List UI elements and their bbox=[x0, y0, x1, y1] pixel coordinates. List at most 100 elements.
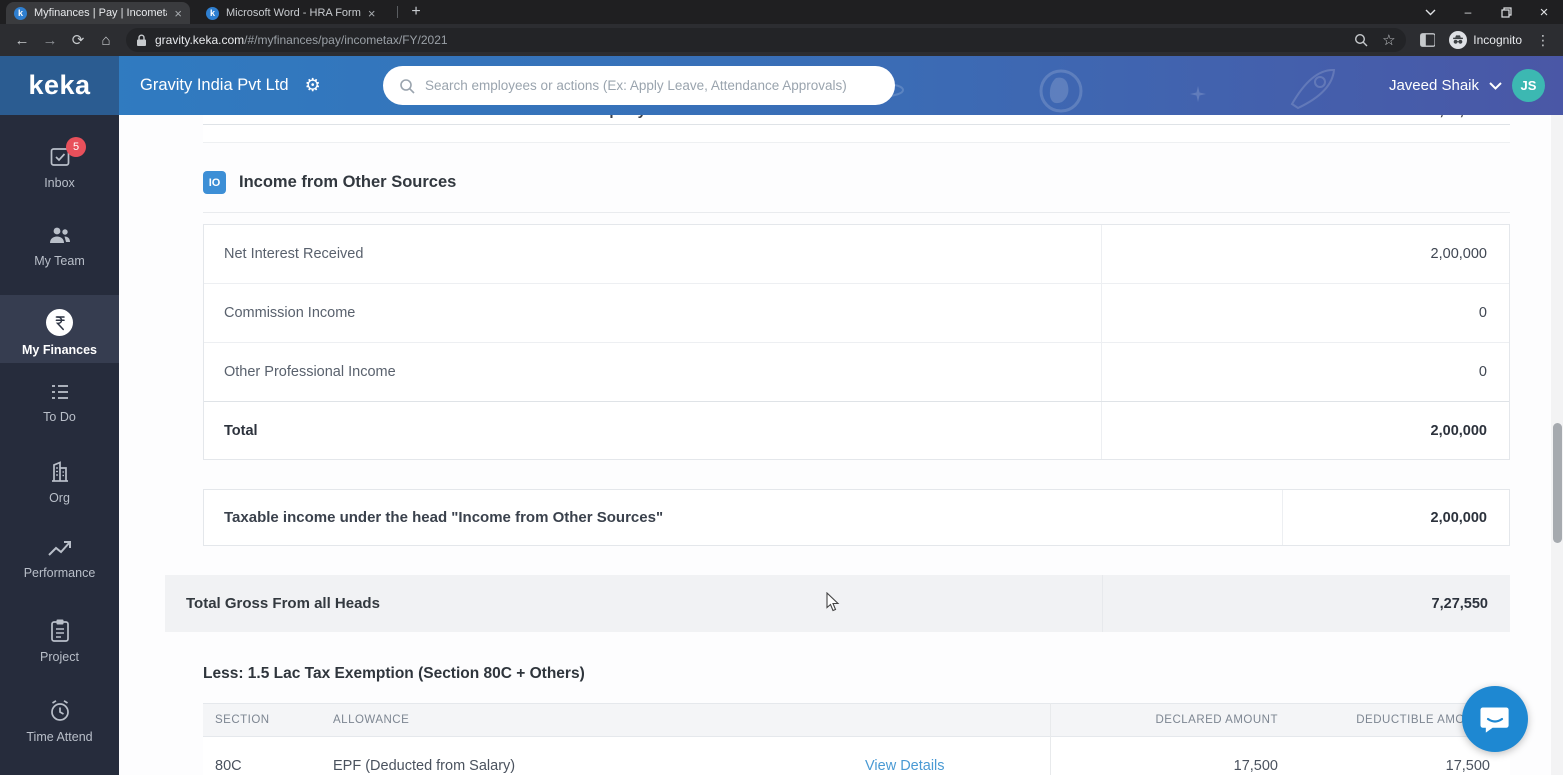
incognito-badge: Incognito bbox=[1449, 31, 1522, 49]
total-label: Total bbox=[224, 423, 258, 439]
sidebar: 5 Inbox My Team My Finances To Do bbox=[0, 115, 119, 775]
browser-address-bar: ← → ⟳ ⌂ gravity.keka.com/#/myfinances/pa… bbox=[0, 24, 1563, 56]
window-close-icon[interactable]: × bbox=[1525, 0, 1563, 24]
keka-logo[interactable]: keka bbox=[0, 56, 119, 115]
main-content: Taxable Amount under Head "Income From H… bbox=[119, 56, 1551, 775]
sidebar-item-inbox[interactable]: 5 Inbox bbox=[0, 145, 119, 190]
zoom-icon[interactable] bbox=[1354, 33, 1368, 47]
url-bar[interactable]: gravity.keka.com/#/myfinances/pay/income… bbox=[126, 28, 1406, 52]
sidebar-item-time-attend[interactable]: Time Attend bbox=[0, 698, 119, 744]
lock-icon bbox=[136, 34, 147, 47]
astronaut-doodle-icon bbox=[1038, 68, 1084, 114]
tab-word-hra-form[interactable]: k Microsoft Word - HRA Form × bbox=[198, 2, 392, 24]
keka-favicon-icon: k bbox=[14, 7, 27, 20]
row-value: 0 bbox=[1479, 364, 1487, 380]
tab-myfinances[interactable]: k Myfinances | Pay | Incometax | F… × bbox=[6, 2, 190, 24]
exemption-declared: 17,500 bbox=[1078, 737, 1278, 775]
incognito-label: Incognito bbox=[1473, 33, 1522, 47]
sidebar-item-org[interactable]: Org bbox=[0, 460, 119, 505]
exemption-table-header: SECTION ALLOWANCE DECLARED AMOUNT DEDUCT… bbox=[203, 703, 1510, 737]
clipboard-icon bbox=[49, 618, 71, 643]
tab-title: Microsoft Word - HRA Form bbox=[226, 7, 361, 19]
browser-menu-icon[interactable]: ⋮ bbox=[1536, 32, 1551, 49]
window-minimize-icon[interactable]: – bbox=[1449, 0, 1487, 24]
sidebar-item-project[interactable]: Project bbox=[0, 618, 119, 664]
exemption-deductible: 17,500 bbox=[1308, 737, 1490, 775]
url-path: /#/myfinances/pay/incometax/FY/2021 bbox=[244, 33, 447, 47]
exemption-section: 80C bbox=[215, 737, 242, 775]
table-row: Other Professional Income 0 bbox=[204, 343, 1509, 402]
table-row: Net Interest Received 2,00,000 bbox=[204, 225, 1509, 284]
table-total-row: Total 2,00,000 bbox=[204, 401, 1509, 459]
search-input[interactable] bbox=[425, 78, 879, 93]
scrollbar-track[interactable] bbox=[1551, 115, 1563, 775]
url-domain: gravity.keka.com bbox=[155, 33, 244, 47]
column-divider bbox=[1050, 703, 1051, 775]
building-icon bbox=[48, 460, 72, 484]
gross-value: 7,27,550 bbox=[1432, 596, 1488, 612]
tab-close-icon[interactable]: × bbox=[174, 7, 182, 20]
exemption-row: 80C EPF (Deducted from Salary) View Deta… bbox=[203, 737, 1510, 775]
star-doodle-icon bbox=[1190, 86, 1206, 102]
row-value: 0 bbox=[1479, 305, 1487, 321]
col-declared: DECLARED AMOUNT bbox=[1078, 704, 1278, 736]
trend-up-icon bbox=[47, 539, 73, 559]
rupee-icon bbox=[46, 309, 73, 336]
keka-favicon-icon: k bbox=[206, 7, 219, 20]
window-restore-icon[interactable] bbox=[1487, 0, 1525, 24]
exemption-heading: Less: 1.5 Lac Tax Exemption (Section 80C… bbox=[203, 665, 585, 683]
row-value: 2,00,000 bbox=[1431, 246, 1487, 262]
new-tab-button[interactable]: + bbox=[405, 1, 427, 23]
side-panel-icon[interactable] bbox=[1420, 33, 1436, 47]
tab-close-icon[interactable]: × bbox=[368, 7, 376, 20]
window-controls: – × bbox=[1411, 0, 1563, 24]
row-label: Commission Income bbox=[224, 305, 355, 321]
company-name[interactable]: Gravity India Pvt Ltd bbox=[140, 76, 289, 95]
inbox-badge: 5 bbox=[66, 137, 86, 157]
todo-list-icon bbox=[48, 381, 72, 403]
back-icon[interactable]: ← bbox=[8, 32, 36, 49]
section-header: IO Income from Other Sources bbox=[203, 171, 456, 194]
sidebar-item-my-team[interactable]: My Team bbox=[0, 223, 119, 268]
tab-divider bbox=[397, 6, 398, 18]
taxable-other-sources-row: Taxable income under the head "Income fr… bbox=[203, 489, 1510, 546]
gross-label: Total Gross From all Heads bbox=[186, 595, 380, 612]
alarm-clock-icon bbox=[48, 698, 72, 723]
home-icon[interactable]: ⌂ bbox=[92, 32, 120, 49]
app-header: keka Gravity India Pvt Ltd ⚙ Javeed Shai… bbox=[0, 56, 1563, 115]
tab-title: Myfinances | Pay | Incometax | F… bbox=[34, 7, 167, 19]
rocket-doodle-icon bbox=[1282, 64, 1342, 112]
section-divider bbox=[203, 212, 1510, 213]
taxable-label: Taxable income under the head "Income fr… bbox=[224, 509, 663, 526]
row-label: Other Professional Income bbox=[224, 364, 396, 380]
mouse-cursor bbox=[826, 592, 840, 612]
col-allowance: ALLOWANCE bbox=[333, 704, 409, 736]
total-value: 2,00,000 bbox=[1431, 423, 1487, 439]
user-name: Javeed Shaik bbox=[1389, 77, 1479, 94]
user-menu[interactable]: Javeed Shaik JS bbox=[1389, 56, 1545, 115]
sidebar-item-to-do[interactable]: To Do bbox=[0, 381, 119, 424]
chat-fab-button[interactable] bbox=[1462, 686, 1528, 752]
chat-bubble-icon bbox=[1480, 705, 1510, 734]
exemption-allowance: EPF (Deducted from Salary) bbox=[333, 737, 515, 775]
reload-icon[interactable]: ⟳ bbox=[64, 31, 92, 49]
scrollbar-thumb[interactable] bbox=[1553, 423, 1562, 543]
avatar[interactable]: JS bbox=[1512, 69, 1545, 102]
sidebar-item-performance[interactable]: Performance bbox=[0, 539, 119, 580]
table-row: Commission Income 0 bbox=[204, 284, 1509, 343]
window-chevron-icon[interactable] bbox=[1411, 0, 1449, 24]
bookmark-star-icon[interactable]: ☆ bbox=[1382, 31, 1395, 49]
search-icon bbox=[399, 78, 415, 94]
global-search[interactable] bbox=[383, 66, 895, 105]
people-icon bbox=[47, 223, 73, 247]
sidebar-item-my-finances[interactable]: My Finances bbox=[0, 295, 119, 363]
view-details-link[interactable]: View Details bbox=[865, 737, 945, 775]
chevron-down-icon bbox=[1489, 82, 1502, 90]
screen: k Myfinances | Pay | Incometax | F… × k … bbox=[0, 0, 1563, 775]
exemption-table: SECTION ALLOWANCE DECLARED AMOUNT DEDUCT… bbox=[203, 703, 1510, 775]
other-sources-table: Net Interest Received 2,00,000 Commissio… bbox=[203, 224, 1510, 460]
col-section: SECTION bbox=[215, 704, 270, 736]
section-title: Income from Other Sources bbox=[239, 173, 456, 192]
forward-icon[interactable]: → bbox=[36, 32, 64, 49]
settings-gear-icon[interactable]: ⚙ bbox=[305, 75, 321, 96]
